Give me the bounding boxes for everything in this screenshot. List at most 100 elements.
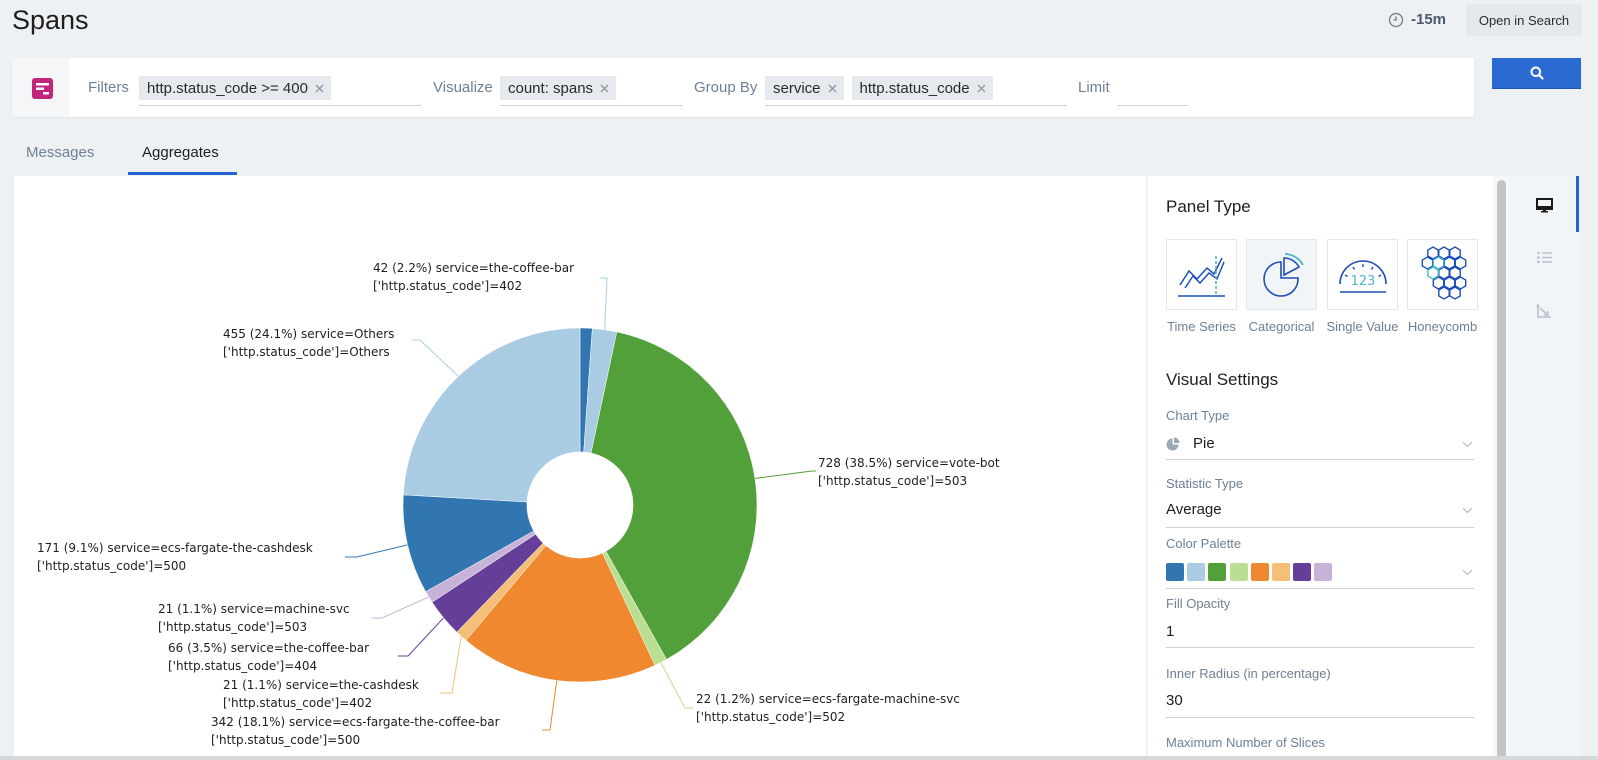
slice-label-value: 171 (9.1%) service=ecs-fargate-the-cashd… <box>37 541 313 555</box>
label-connector <box>600 277 608 330</box>
panel-type-heading: Panel Type <box>1166 197 1251 216</box>
inner-radius-input[interactable]: 30 <box>1166 691 1183 711</box>
chevron-down-icon[interactable] <box>1462 569 1473 576</box>
query-bar: Filters http.status_code >= 400 Visualiz… <box>12 58 1474 117</box>
slice-label-value: 66 (3.5%) service=the-coffee-bar <box>168 641 369 655</box>
fill-opacity-input[interactable]: 1 <box>1166 622 1174 642</box>
palette-swatch <box>1166 563 1184 581</box>
visual-settings-heading: Visual Settings <box>1166 370 1279 389</box>
filter-chip[interactable]: http.status_code >= 400 <box>139 76 331 100</box>
palette-swatch <box>1293 563 1312 581</box>
time-range[interactable]: -15m <box>1411 10 1446 30</box>
slice-label: 455 (24.1%) service=Others ['http.status_… <box>223 327 394 359</box>
slice-label-status-code: ['http.status_code']=500 <box>37 559 186 573</box>
svg-text:123: 123 <box>1351 274 1376 289</box>
chart-type-underline <box>1166 459 1474 460</box>
inner-radius-underline <box>1166 717 1474 718</box>
tab-aggregates[interactable]: Aggregates <box>142 143 219 163</box>
filter-chip-text: http.status_code >= 400 <box>147 79 308 97</box>
chevron-down-icon[interactable] <box>1462 441 1473 448</box>
categorical-icon <box>1263 253 1304 297</box>
slice-label-value: 342 (18.1%) service=ecs-fargate-the-coff… <box>211 715 500 729</box>
label-connector <box>398 617 444 657</box>
remove-chip-icon[interactable] <box>977 84 986 93</box>
label-connector <box>345 544 408 558</box>
side-rail <box>1508 176 1580 756</box>
visualize-label: Visualize <box>433 79 493 96</box>
label-connector <box>440 636 462 694</box>
limit-input[interactable] <box>1118 76 1188 100</box>
pie-slices <box>402 327 758 683</box>
panel-type-time-series[interactable] <box>1166 239 1237 310</box>
active-tab-indicator <box>128 172 237 175</box>
settings-panel: Panel Type 123 Time Series Categorical S… <box>1148 176 1493 756</box>
limit-field[interactable] <box>1118 76 1188 106</box>
slice-label: 22 (1.2%) service=ecs-fargate-machine-sv… <box>696 692 960 724</box>
chart-type-label: Chart Type <box>1166 408 1230 423</box>
palette-swatch <box>1229 563 1248 581</box>
group-by-chip[interactable]: http.status_code <box>851 76 993 100</box>
window-bottom-edge <box>0 756 1598 760</box>
panel-type-label: Honeycomb <box>1407 319 1478 334</box>
tab-messages[interactable]: Messages <box>26 143 94 163</box>
palette-swatch <box>1272 563 1290 581</box>
color-palette-underline <box>1166 588 1474 589</box>
axes-icon[interactable] <box>1536 304 1553 319</box>
filters-label: Filters <box>88 79 129 96</box>
slice-label: 171 (9.1%) service=ecs-fargate-the-cashd… <box>37 541 313 573</box>
group-by-field[interactable]: service http.status_code <box>765 76 1067 106</box>
side-rail-active-indicator <box>1576 176 1579 232</box>
pie-slice[interactable] <box>403 327 581 503</box>
page-title: Spans <box>12 5 89 35</box>
group-by-chip[interactable]: service <box>765 76 844 100</box>
statistic-type-select[interactable]: Average <box>1166 500 1222 520</box>
honeycomb-icon <box>1421 246 1467 300</box>
panel-type-single-value[interactable]: 123 <box>1327 239 1398 310</box>
panel-type-honeycomb[interactable] <box>1407 239 1478 310</box>
slice-label-status-code: ['http.status_code']=500 <box>211 733 360 747</box>
slice-label-status-code: ['http.status_code']=Others <box>223 345 390 359</box>
palette-swatch <box>1314 563 1333 581</box>
palette-swatch <box>1208 563 1227 581</box>
slice-label-status-code: ['http.status_code']=503 <box>818 474 967 488</box>
label-connector <box>660 662 693 709</box>
palette-swatch <box>1250 563 1269 581</box>
single-value-icon: 123 <box>1339 260 1387 293</box>
inner-radius-label: Inner Radius (in percentage) <box>1166 666 1331 681</box>
group-by-chip-text: http.status_code <box>859 79 970 97</box>
slice-label-status-code: ['http.status_code']=402 <box>223 696 372 710</box>
query-icon-area <box>12 58 69 117</box>
label-connector <box>412 339 459 377</box>
group-by-label: Group By <box>694 79 758 96</box>
list-icon[interactable] <box>1536 250 1553 265</box>
remove-chip-icon[interactable] <box>828 84 837 93</box>
slice-label-status-code: ['http.status_code']=503 <box>158 620 307 634</box>
slice-label-value: 728 (38.5%) service=vote-bot <box>818 456 1000 470</box>
settings-scrollbar-thumb[interactable] <box>1497 180 1506 756</box>
remove-chip-icon[interactable] <box>315 84 324 93</box>
chevron-down-icon[interactable] <box>1462 507 1473 514</box>
filters-field[interactable]: http.status_code >= 400 <box>139 76 421 106</box>
slice-label-value: 21 (1.1%) service=the-cashdesk <box>223 678 419 692</box>
panel-type-categorical[interactable] <box>1246 239 1317 310</box>
label-connector <box>542 680 558 731</box>
panel-type-label: Categorical <box>1248 319 1315 334</box>
fill-opacity-label: Fill Opacity <box>1166 596 1231 611</box>
open-in-search-button[interactable]: Open in Search <box>1466 4 1582 36</box>
visualize-chip-text: count: spans <box>508 79 594 97</box>
limit-label: Limit <box>1078 79 1110 96</box>
visualize-chip[interactable]: count: spans <box>500 76 617 100</box>
slice-label: 42 (2.2%) service=the-coffee-bar ['http.s… <box>373 261 574 293</box>
monitor-icon[interactable] <box>1536 198 1553 213</box>
fill-opacity-underline <box>1166 647 1474 648</box>
clock-icon[interactable] <box>1388 12 1404 28</box>
search-button[interactable] <box>1492 58 1581 89</box>
remove-chip-icon[interactable] <box>600 84 609 93</box>
panel-type-label: Single Value <box>1326 319 1399 334</box>
pie-icon <box>1166 437 1180 451</box>
chart-type-select[interactable]: Pie <box>1193 434 1215 454</box>
spans-query-icon <box>32 78 53 99</box>
slice-label-status-code: ['http.status_code']=404 <box>168 659 317 673</box>
slice-label: 21 (1.1%) service=the-cashdesk ['http.sta… <box>223 678 419 710</box>
visualize-field[interactable]: count: spans <box>500 76 682 106</box>
